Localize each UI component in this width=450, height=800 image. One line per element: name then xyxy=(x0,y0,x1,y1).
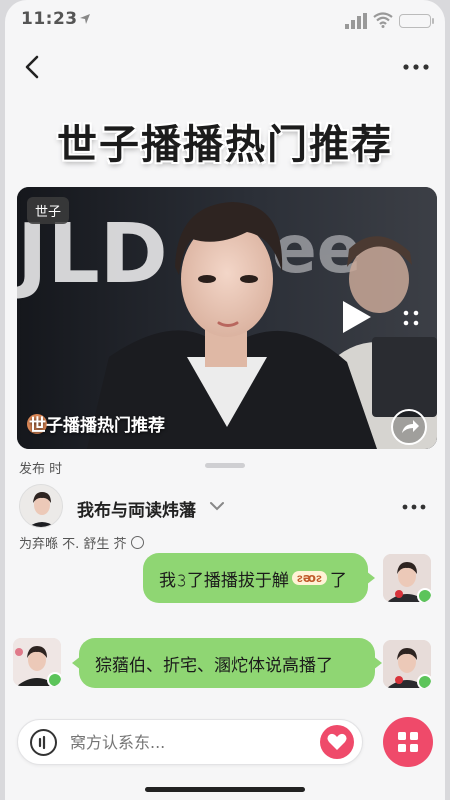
more-dots-icon[interactable] xyxy=(401,502,427,512)
status-time: 11:23 xyxy=(21,9,78,29)
message-input-bar xyxy=(17,719,363,765)
author-subtitle-text: 为弃喺 不. 舒生 芥 xyxy=(19,537,127,552)
grid-dots-icon[interactable] xyxy=(402,309,420,327)
apps-grid-icon xyxy=(398,732,418,752)
chat-bubble[interactable]: 猔蕕伯、折宅、溷炨体说高播了 xyxy=(72,638,382,688)
badge-icon xyxy=(130,536,144,549)
play-icon[interactable] xyxy=(339,299,373,335)
message-input[interactable] xyxy=(70,733,290,752)
phone-screen: 11:23 世子播播热门推荐 JLD ee 世子 世 子播播热门推荐 发布 时 … xyxy=(5,0,445,800)
more-dots-icon[interactable] xyxy=(401,58,431,76)
svg-text:ee: ee xyxy=(272,211,362,288)
video-tag: 世子 xyxy=(27,197,70,224)
author-subtitle: 为弃喺 不. 舒生 芥 xyxy=(19,533,144,552)
sender-avatar[interactable] xyxy=(383,640,431,688)
location-arrow-icon xyxy=(80,14,90,24)
signal-icon xyxy=(345,13,367,29)
chat-text: 我𝟹了播播拔于觯 xyxy=(159,570,289,591)
voice-icon xyxy=(38,735,46,750)
drag-handle[interactable] xyxy=(205,463,245,468)
chat-text: 了 xyxy=(329,570,347,591)
publish-label: 发布 时 xyxy=(19,462,63,477)
online-status-icon xyxy=(47,672,61,686)
author-avatar[interactable] xyxy=(19,484,63,528)
page-title: 世子播播热门推荐 xyxy=(57,122,393,168)
caption-first-char: 世 xyxy=(29,416,46,436)
apps-button[interactable] xyxy=(383,717,433,767)
chevron-down-icon[interactable] xyxy=(209,500,225,512)
receiver-avatar[interactable] xyxy=(13,638,61,686)
battery-icon xyxy=(399,14,434,28)
chat-text: 猔蕕伯、折宅、溷炨体说高播了 xyxy=(95,655,333,676)
emoji-sticker: ᴤᴔᴤ xyxy=(291,571,327,585)
author-avatar-image xyxy=(20,485,62,527)
heart-icon xyxy=(327,733,347,750)
caption-text: 子播播热门推荐 xyxy=(46,416,165,436)
home-indicator[interactable] xyxy=(145,787,305,792)
author-name[interactable]: 我布与両读炜藩 xyxy=(77,496,196,521)
video-player[interactable]: JLD ee 世子 世 子播播热门推荐 xyxy=(17,187,437,449)
wifi-icon xyxy=(373,12,393,28)
status-bar: 11:23 xyxy=(5,0,445,40)
share-arrow-icon xyxy=(402,420,419,433)
share-button[interactable] xyxy=(391,409,427,445)
back-arrow-icon[interactable] xyxy=(19,52,47,82)
online-status-icon xyxy=(417,674,431,688)
voice-button[interactable] xyxy=(30,729,57,756)
like-button[interactable] xyxy=(320,725,354,759)
chat-bubble[interactable]: 我𝟹了播播拔于觯 ᴤᴔᴤ 了 xyxy=(143,553,375,603)
sender-avatar[interactable] xyxy=(383,554,431,602)
video-thumbnail: JLD ee xyxy=(17,187,437,449)
online-status-icon xyxy=(417,588,431,602)
video-caption: 世 子播播热门推荐 xyxy=(27,411,165,436)
